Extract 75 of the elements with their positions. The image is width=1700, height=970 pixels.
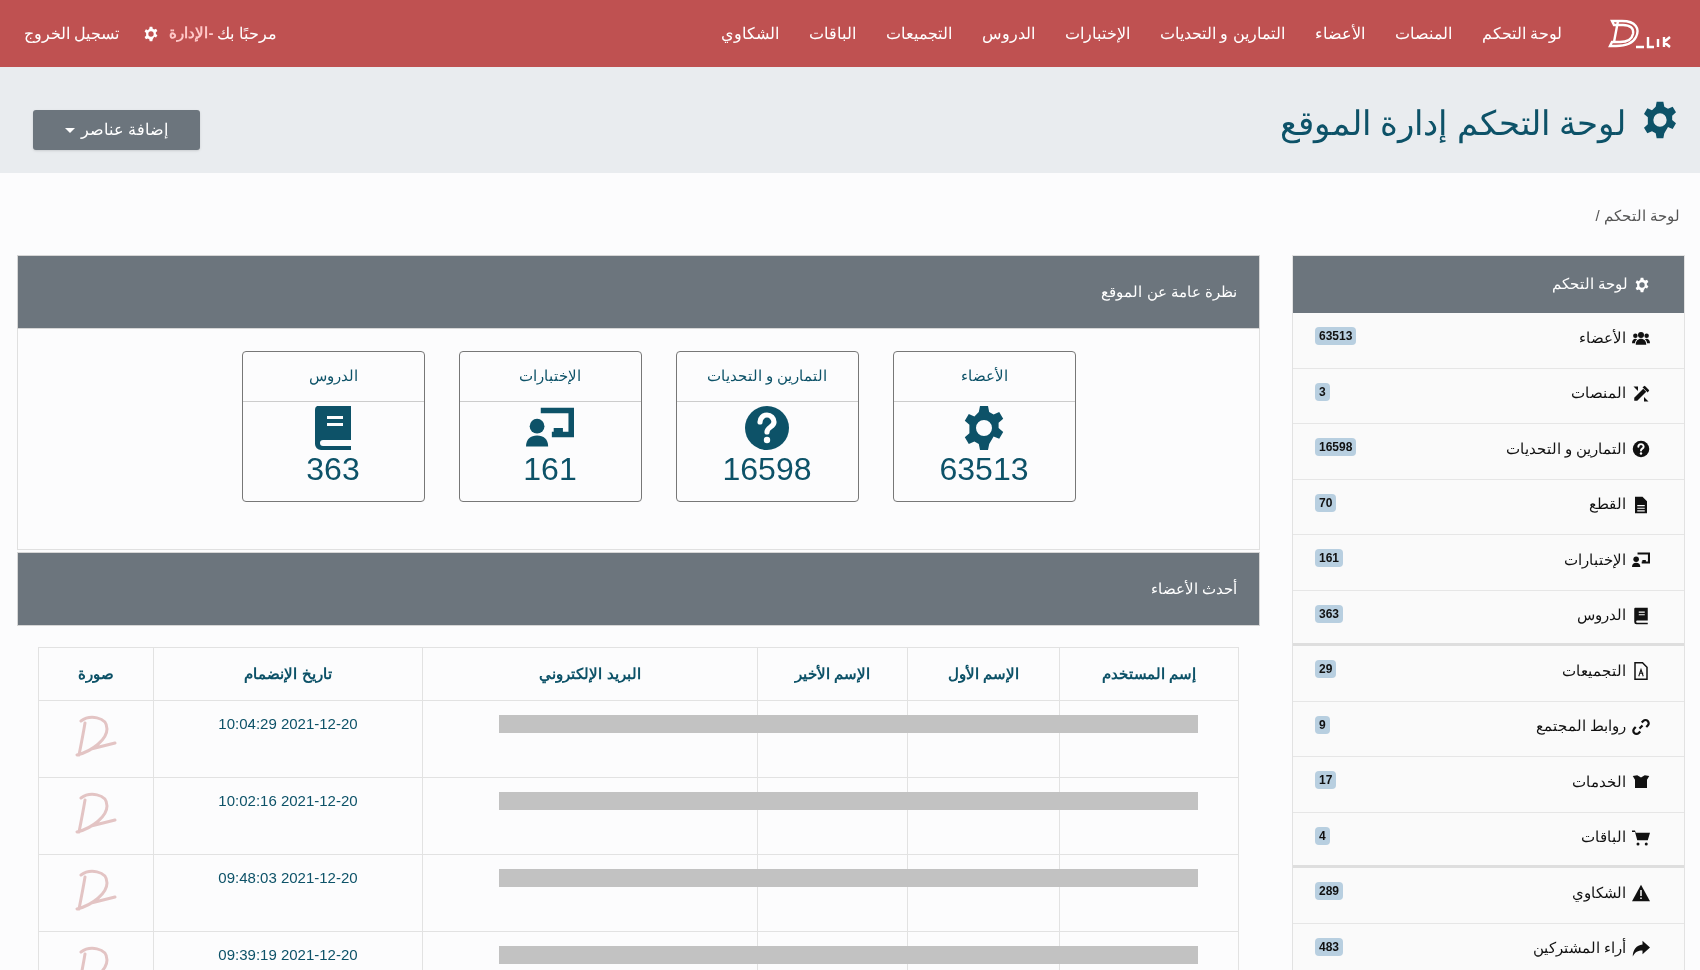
cart-icon bbox=[1632, 828, 1650, 847]
sidebar-item-label: الدروس bbox=[1577, 605, 1626, 626]
caret-icon bbox=[64, 127, 75, 133]
sidebar-item-label: أراء المشتركين bbox=[1532, 937, 1626, 959]
count-badge: 9 bbox=[1315, 715, 1330, 734]
nav-link[interactable]: الإختبارات bbox=[1064, 21, 1130, 46]
settings-icon bbox=[143, 25, 160, 42]
stat-label: الدروس bbox=[308, 366, 358, 387]
book-icon bbox=[1632, 606, 1650, 625]
sidebar-item-label: الأعضاء bbox=[1579, 327, 1626, 348]
teacher-board-icon bbox=[1632, 551, 1650, 569]
page-title: لوحة التحكم إدارة الموقع bbox=[1279, 102, 1626, 146]
column-header: الإسم الأخير bbox=[757, 648, 907, 700]
sidebar-item-label: الخدمات bbox=[1572, 771, 1626, 792]
nav-link[interactable]: لوحة التحكم bbox=[1481, 21, 1562, 46]
count-badge: 16598 bbox=[1315, 438, 1357, 456]
nav-link[interactable]: الأعضاء bbox=[1314, 21, 1365, 46]
role-text: -الإدارة bbox=[169, 23, 214, 44]
document-icon bbox=[1632, 495, 1650, 514]
add-elements-dropdown-button[interactable]: إضافة عناصر bbox=[33, 110, 200, 150]
column-header: تاريخ الإنضمام bbox=[153, 648, 422, 700]
column-header: البريد الإلكتروني bbox=[422, 648, 757, 700]
join-date: 09:48:03 2021-12-20 bbox=[218, 868, 358, 888]
stat-label: الإختبارات bbox=[519, 366, 581, 387]
overview-title: نظرة عامة عن الموقع bbox=[1101, 281, 1237, 303]
question-circle-icon bbox=[1632, 440, 1650, 458]
sidebar-item-label: التجميعات bbox=[1562, 660, 1626, 681]
nav-link[interactable]: الباقات bbox=[808, 21, 856, 46]
count-badge: 363 bbox=[1315, 604, 1344, 623]
stat-label: التمارين و التحديات bbox=[706, 366, 828, 387]
column-header: إسم المستخدم bbox=[1059, 648, 1238, 700]
nav-link[interactable]: الدروس bbox=[981, 21, 1035, 46]
sidebar-item-label: القطع bbox=[1589, 494, 1626, 515]
breadcrumb: لوحة التحكم / bbox=[1595, 206, 1680, 227]
count-badge: 70 bbox=[1315, 493, 1337, 512]
nav-link[interactable]: التجميعات bbox=[885, 21, 952, 46]
logout-link[interactable]: تسجيل الخروج bbox=[24, 21, 120, 46]
sidebar-item-label: التمارين و التحديات bbox=[1505, 438, 1626, 460]
warning-icon bbox=[1632, 884, 1650, 902]
sidebar-item-label: الإختبارات bbox=[1564, 549, 1626, 571]
sidebar-item-label: الشكاوي bbox=[1572, 882, 1626, 904]
column-header: صورة bbox=[77, 663, 115, 685]
count-badge: 17 bbox=[1315, 771, 1337, 789]
count-badge: 483 bbox=[1315, 937, 1344, 956]
pdf-file-icon bbox=[1632, 662, 1650, 680]
count-badge: 3 bbox=[1315, 382, 1330, 401]
stat-label: الأعضاء bbox=[960, 366, 1008, 387]
sidebar-title: لوحة التحكم bbox=[1551, 274, 1628, 295]
join-date: 09:39:19 2021-12-20 bbox=[218, 945, 358, 965]
count-badge: 29 bbox=[1315, 660, 1337, 678]
sidebar-item-label: روابط المجتمع bbox=[1535, 716, 1626, 737]
count-badge: 289 bbox=[1315, 882, 1344, 900]
members-title: أحدث الأعضاء bbox=[1150, 578, 1237, 599]
nav-link[interactable]: الشكاوي bbox=[720, 21, 779, 46]
stat-value: 16598 bbox=[722, 452, 812, 486]
tools-icon bbox=[1632, 384, 1650, 403]
nav-link[interactable]: التمارين و التحديات bbox=[1159, 21, 1285, 46]
stat-value: 363 bbox=[306, 452, 360, 486]
question-circle-icon bbox=[743, 404, 791, 452]
gear-icon bbox=[1634, 276, 1650, 293]
stat-value: 63513 bbox=[939, 452, 1029, 486]
users-icon bbox=[1632, 329, 1650, 347]
link-icon bbox=[1632, 717, 1650, 736]
count-badge: 4 bbox=[1315, 826, 1330, 845]
count-badge: 63513 bbox=[1315, 327, 1357, 345]
sidebar-item-label: المنصات bbox=[1571, 383, 1626, 404]
stat-value: 161 bbox=[523, 452, 577, 486]
column-header: الإسم الأول bbox=[907, 648, 1059, 700]
join-date: 10:04:29 2021-12-20 bbox=[218, 714, 358, 734]
sidebar-item-label: الباقات bbox=[1581, 827, 1626, 848]
welcome-text: مرحبًا بك bbox=[217, 23, 277, 45]
share-arrow-icon bbox=[1632, 939, 1650, 958]
join-date: 10:02:16 2021-12-20 bbox=[218, 791, 358, 811]
count-badge: 161 bbox=[1315, 549, 1344, 567]
nav-link[interactable]: المنصات bbox=[1394, 21, 1452, 46]
